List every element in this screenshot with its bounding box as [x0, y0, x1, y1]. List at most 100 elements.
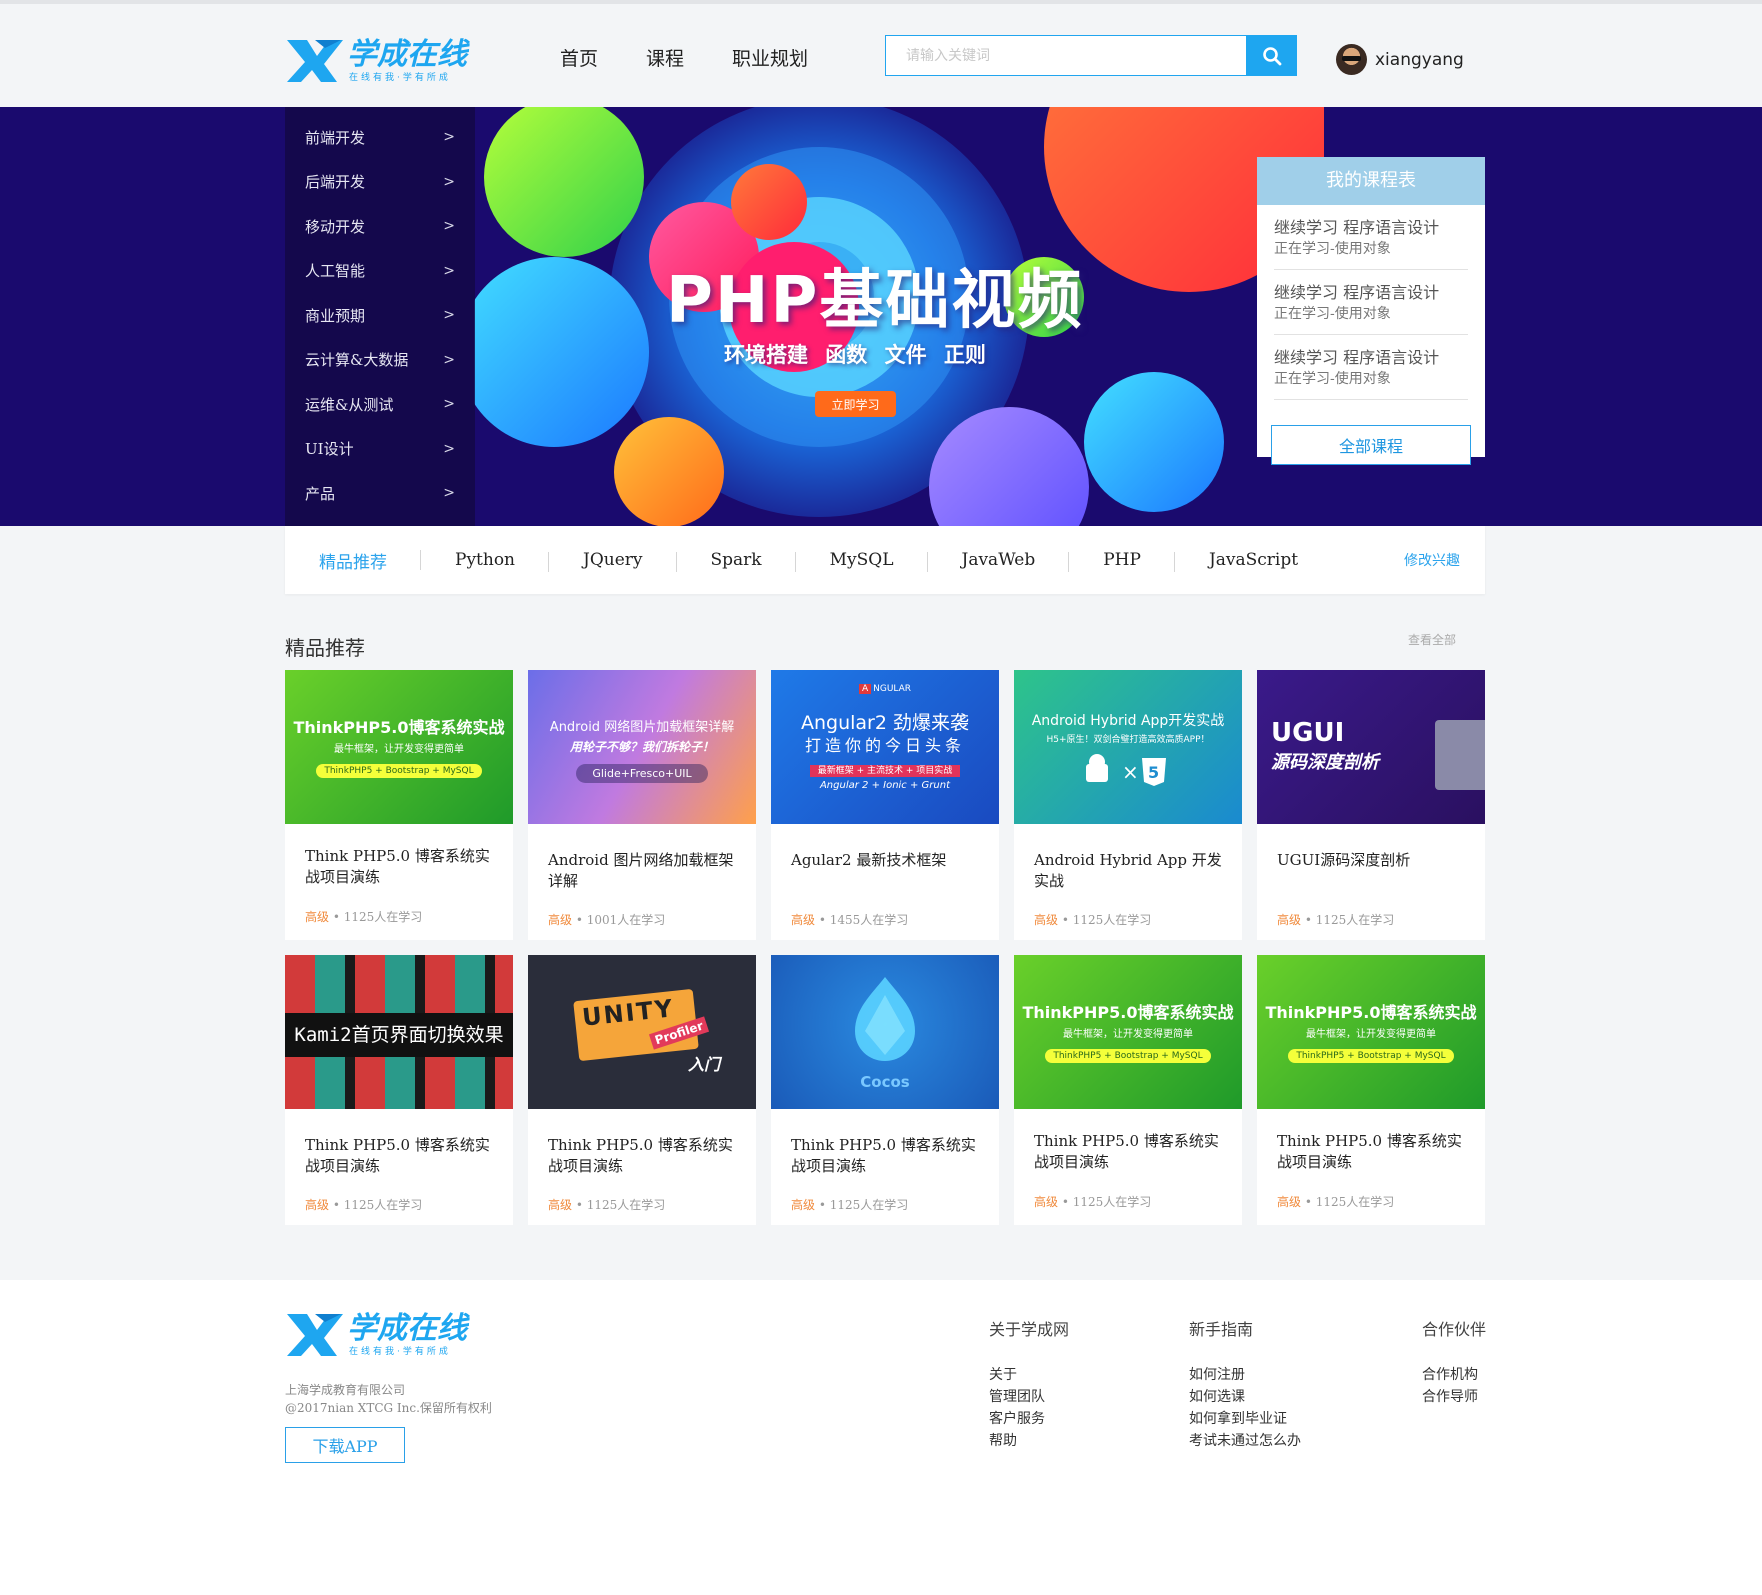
search-input[interactable]	[885, 35, 1246, 76]
footer-link[interactable]: 如何拿到毕业证	[1189, 1408, 1301, 1430]
thumb-footnote: Angular 2 + Ionic + Grunt	[819, 780, 951, 791]
category-label: 云计算&大数据	[305, 351, 409, 370]
course-level: 高级	[1034, 913, 1059, 927]
footer-link[interactable]: 考试未通过怎么办	[1189, 1430, 1301, 1452]
footer-logo[interactable]: 学成在线 在线有我·学有所成	[285, 1308, 485, 1364]
start-learning-button[interactable]: 立即学习	[815, 391, 896, 417]
thumb-title: ThinkPHP5.0博客系统实战	[1265, 1003, 1477, 1022]
footer-col-title: 关于学成网	[989, 1320, 1070, 1339]
course-card[interactable]: ThinkPHP5.0博客系统实战 最牛框架，让开发变得更简单 ThinkPHP…	[1257, 955, 1485, 1225]
category-menu: 前端开发 > 后端开发 > 移动开发 > 人工智能 > 商业预期 > 云计算&大数据 > 运…	[285, 107, 475, 526]
category-item-business[interactable]: 商业预期 >	[285, 293, 475, 338]
learner-count: • 1125人在学习	[1301, 1195, 1395, 1209]
footer-link[interactable]: 如何注册	[1189, 1364, 1301, 1386]
course-meta: 高级 • 1455人在学习	[791, 911, 908, 928]
category-item-cloud[interactable]: 云计算&大数据 >	[285, 338, 475, 383]
chevron-right-icon: >	[443, 307, 455, 324]
course-title: Think PHP5.0 博客系统实战项目演练	[305, 1136, 490, 1175]
category-item-ai[interactable]: 人工智能 >	[285, 249, 475, 294]
edit-interest-link[interactable]: 修改兴趣	[1404, 550, 1460, 570]
course-card[interactable]: ThinkPHP5.0博客系统实战 最牛框架，让开发变得更简单 ThinkPHP…	[1014, 955, 1242, 1225]
course-card[interactable]: Android Hybrid App开发实战 H5+原生！双剑合璧打造高效高质A…	[1014, 670, 1242, 940]
category-item-mobile[interactable]: 移动开发 >	[285, 204, 475, 249]
category-item-frontend[interactable]: 前端开发 >	[285, 115, 475, 160]
course-card[interactable]: Android 网络图片加载框架详解 用轮子不够？我们拆轮子！ Glide+Fr…	[528, 670, 756, 940]
footer-link[interactable]: 帮助	[989, 1430, 1069, 1452]
learner-count: • 1125人在学习	[329, 1198, 423, 1212]
footer: 学成在线 在线有我·学有所成 上海学成教育有限公司 @2017nian XTCG…	[0, 1280, 1762, 1595]
course-meta: 高级 • 1125人在学习	[791, 1196, 908, 1213]
tag-mysql[interactable]: MySQL	[796, 550, 928, 572]
course-card[interactable]: UGUI 源码深度剖析 UGUI源码深度剖析 高级 • 1125人在学习	[1257, 670, 1485, 940]
course-meta: 高级 • 1125人在学习	[1034, 911, 1151, 928]
course-meta: 高级 • 1125人在学习	[305, 908, 422, 925]
thumb-subtitle: H5+原生！双剑合璧打造高效高质APP！	[1046, 735, 1210, 745]
course-list-item[interactable]: 继续学习 程序语言设计 正在学习-使用对象	[1274, 335, 1468, 400]
course-level: 高级	[1034, 1195, 1059, 1209]
chevron-right-icon: >	[443, 262, 455, 279]
chevron-right-icon: >	[443, 173, 455, 190]
course-title: Think PHP5.0 博客系统实战项目演练	[1034, 1132, 1219, 1171]
tag-featured[interactable]: 精品推荐	[285, 548, 421, 573]
chevron-right-icon: >	[443, 129, 455, 146]
category-item-product[interactable]: 产品 >	[285, 471, 475, 516]
thumb-title: UGUI	[1271, 718, 1345, 748]
course-card[interactable]: Cocos Think PHP5.0 博客系统实战项目演练 高级 • 1125人…	[771, 955, 999, 1225]
category-item-ops[interactable]: 运维&从测试 >	[285, 382, 475, 427]
footer-col-title: 合作伙伴	[1422, 1320, 1487, 1339]
course-title: Agular2 最新技术框架	[791, 851, 947, 869]
tag-jquery[interactable]: JQuery	[549, 550, 677, 572]
nav-career[interactable]: 职业规划	[732, 44, 808, 71]
footer-col-about: 关于学成网 关于 管理团队 客户服务 帮助	[989, 1316, 1069, 1452]
company-name: 上海学成教育有限公司	[285, 1383, 406, 1397]
avatar[interactable]	[1336, 44, 1367, 75]
course-list-item[interactable]: 继续学习 程序语言设计 正在学习-使用对象	[1274, 205, 1468, 270]
course-level: 高级	[791, 913, 816, 927]
all-courses-button[interactable]: 全部课程	[1271, 425, 1471, 465]
course-card[interactable]: UNITY Profiler 入门 Think PHP5.0 博客系统实战项目演…	[528, 955, 756, 1225]
logo[interactable]: 学成在线 在线有我·学有所成	[285, 34, 485, 86]
search-bar	[885, 35, 1297, 76]
tag-php[interactable]: PHP	[1069, 550, 1175, 572]
footer-link[interactable]: 如何选课	[1189, 1386, 1301, 1408]
learner-count: • 1125人在学习	[1058, 1195, 1152, 1209]
search-button[interactable]	[1246, 35, 1297, 76]
category-label: 运维&从测试	[305, 395, 394, 414]
thumb-tag: ThinkPHP5 + Bootstrap + MySQL	[316, 764, 482, 778]
course-level: 高级	[1277, 913, 1302, 927]
tag-javaweb[interactable]: JavaWeb	[928, 550, 1070, 572]
username[interactable]: xiangyang	[1375, 50, 1464, 70]
logo-slogan: 在线有我·学有所成	[349, 71, 451, 83]
footer-link[interactable]: 关于	[989, 1364, 1069, 1386]
footer-link[interactable]: 客户服务	[989, 1408, 1069, 1430]
footer-link[interactable]: 合作机构	[1422, 1364, 1486, 1386]
user-menu[interactable]: xiangyang	[1336, 44, 1464, 75]
course-list-item[interactable]: 继续学习 程序语言设计 正在学习-使用对象	[1274, 270, 1468, 335]
course-thumbnail: Cocos	[771, 955, 999, 1109]
tag-javascript[interactable]: JavaScript	[1175, 550, 1332, 570]
course-card[interactable]: ThinkPHP5.0博客系统实战 最牛框架，让开发变得更简单 ThinkPHP…	[285, 670, 513, 940]
footer-link[interactable]: 管理团队	[989, 1386, 1069, 1408]
thumb-subtitle: 打造你的今日头条	[804, 736, 965, 755]
thumb-subtitle: 用轮子不够？我们拆轮子！	[569, 740, 714, 754]
footer-col-title: 新手指南	[1189, 1320, 1254, 1339]
nav-home[interactable]: 首页	[560, 44, 598, 71]
tag-python[interactable]: Python	[421, 550, 550, 572]
nav-courses[interactable]: 课程	[646, 44, 684, 71]
thumb-title: ThinkPHP5.0博客系统实战	[293, 718, 505, 737]
category-item-ui[interactable]: UI设计 >	[285, 427, 475, 472]
tag-spark[interactable]: Spark	[677, 550, 796, 572]
category-item-backend[interactable]: 后端开发 >	[285, 160, 475, 205]
download-app-button[interactable]: 下载APP	[285, 1427, 405, 1463]
learner-count: • 1001人在学习	[572, 913, 666, 927]
hero-subtitle: 环境搭建 函数 文件 正则	[724, 343, 986, 367]
course-thumbnail: Android 网络图片加载框架详解 用轮子不够？我们拆轮子！ Glide+Fr…	[528, 670, 756, 824]
thumb-title: Cocos	[860, 1073, 910, 1091]
course-title: Think PHP5.0 博客系统实战项目演练	[305, 847, 490, 886]
footer-link[interactable]: 合作导师	[1422, 1386, 1486, 1408]
course-card[interactable]: Kami2首页界面切换效果 Think PHP5.0 博客系统实战项目演练 高级…	[285, 955, 513, 1225]
course-card[interactable]: A NGULAR Angular2 劲爆来袭 打造你的今日头条 最新框架 + 主流…	[771, 670, 999, 940]
course-title: Android 图片网络加载框架详解	[548, 851, 734, 890]
chevron-right-icon: >	[443, 396, 455, 413]
view-all-link[interactable]: 查看全部	[1408, 631, 1456, 648]
